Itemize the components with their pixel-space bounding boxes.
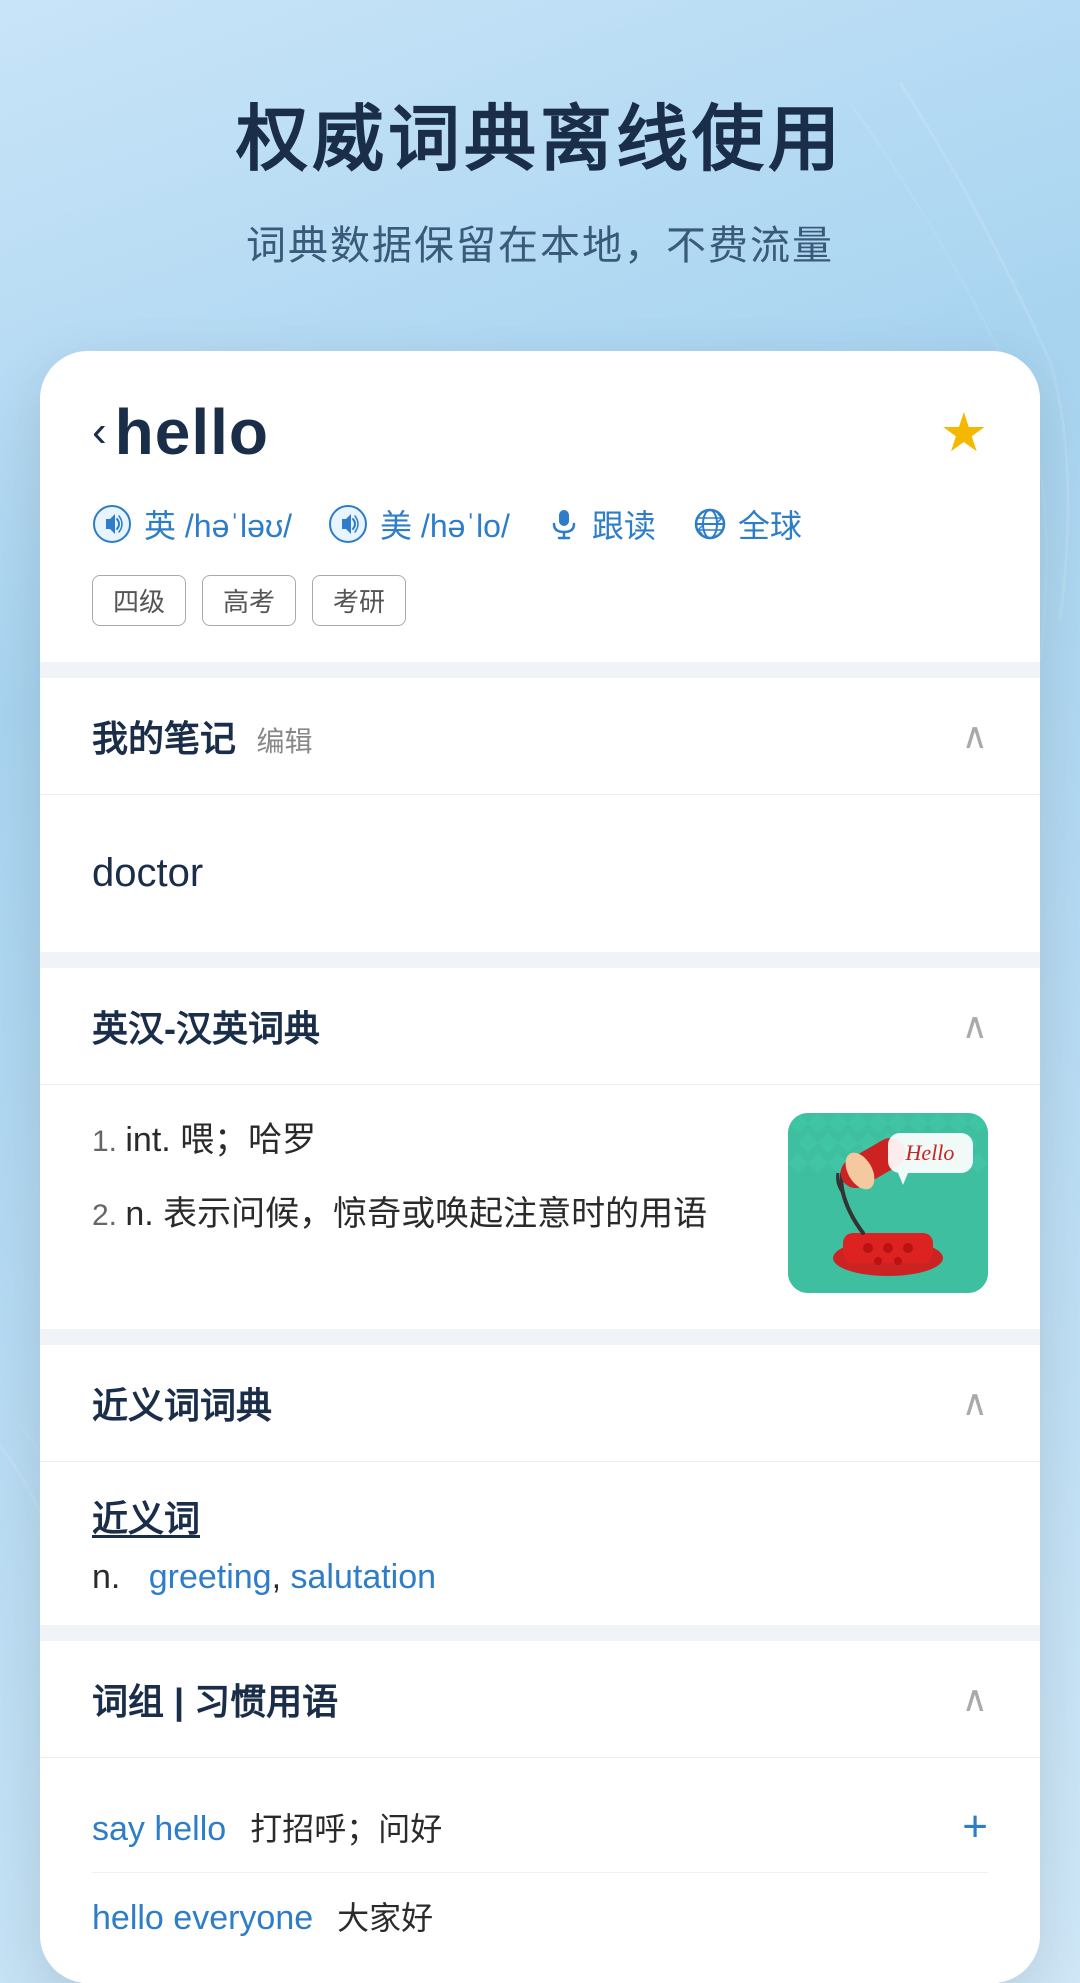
synonym-word-2[interactable]: salutation [291, 1558, 437, 1596]
notes-section: 我的笔记 编辑 ∧ doctor [40, 678, 1040, 952]
phrase-item-1-left: say hello 打招呼；问好 [92, 1804, 962, 1850]
phrase-collapse-icon[interactable]: ∧ [962, 1678, 988, 1720]
svg-text:Hello: Hello [905, 1140, 955, 1165]
phrase-item-2-left: hello everyone 大家好 [92, 1893, 988, 1939]
synonym-section-header[interactable]: 近义词词典 ∧ [40, 1345, 1040, 1462]
synonym-heading: 近义词 [92, 1490, 988, 1542]
tag-gaokao: 高考 [202, 575, 296, 626]
def-text-1: int. 喂；哈罗 [125, 1121, 316, 1159]
synonym-section: 近义词词典 ∧ 近义词 n. greeting, salutation [40, 1345, 1040, 1625]
dict-definitions: 1. int. 喂；哈罗 2. n. 表示问候，惊奇或唤起注意时的用语 [92, 1113, 764, 1262]
synonym-pos: n. [92, 1558, 120, 1596]
notes-collapse-icon[interactable]: ∧ [962, 715, 988, 757]
synonym-content: 近义词 n. greeting, salutation [40, 1462, 1040, 1625]
synonym-row: n. greeting, salutation [92, 1558, 988, 1597]
exam-tags: 四级 高考 考研 [92, 575, 988, 626]
hello-illustration: Hello [788, 1113, 988, 1293]
note-entry: doctor [92, 827, 988, 920]
global-label: 全球 [738, 501, 802, 547]
main-title: 权威词典离线使用 [60, 80, 1020, 185]
dict-title: 英汉-汉英词典 [92, 1000, 320, 1052]
sub-title: 词典数据保留在本地，不费流量 [60, 213, 1020, 271]
uk-flag-label: 英 /həˈləʊ/ [144, 501, 292, 547]
follow-read-label: 跟读 [592, 501, 656, 547]
follow-read-button[interactable]: 跟读 [546, 501, 656, 547]
pronunciation-row: 英 /həˈləʊ/ 美 /həˈlo/ [92, 501, 988, 547]
american-pronunciation[interactable]: 美 /həˈlo/ [328, 501, 510, 547]
dict-item-1: 1. int. 喂；哈罗 [92, 1113, 764, 1167]
phrase-meaning-2: 大家好 [337, 1893, 433, 1939]
def-num-1: 1. [92, 1125, 125, 1158]
tag-cet4: 四级 [92, 575, 186, 626]
global-icon [692, 506, 728, 542]
phrase-section-header[interactable]: 词组 | 习惯用语 ∧ [40, 1641, 1040, 1758]
microphone-icon [546, 506, 582, 542]
def-num-2: 2. [92, 1199, 125, 1232]
word-back[interactable]: ‹ hello [92, 395, 269, 469]
dict-item-2: 2. n. 表示问候，惊奇或唤起注意时的用语 [92, 1187, 764, 1241]
bookmark-star-icon[interactable]: ★ [940, 401, 988, 464]
british-pronunciation[interactable]: 英 /həˈləʊ/ [92, 501, 292, 547]
top-section: 权威词典离线使用 词典数据保留在本地，不费流量 [0, 0, 1080, 331]
synonym-collapse-icon[interactable]: ∧ [962, 1382, 988, 1424]
synonym-spacer [130, 1558, 139, 1596]
add-phrase-1-icon[interactable]: + [962, 1802, 988, 1852]
phrase-word-1[interactable]: say hello [92, 1810, 226, 1849]
phrase-content: say hello 打招呼；问好 + hello everyone 大家好 [40, 1758, 1040, 1983]
synonym-word-1[interactable]: greeting [149, 1558, 272, 1596]
speaker-us-icon [328, 504, 368, 544]
notes-content: doctor [40, 795, 1040, 952]
dict-section-header[interactable]: 英汉-汉英词典 ∧ [40, 968, 1040, 1085]
back-chevron-icon[interactable]: ‹ [92, 410, 107, 454]
headword: hello [115, 395, 269, 469]
phrase-word-2[interactable]: hello everyone [92, 1899, 313, 1938]
dictionary-section: 英汉-汉英词典 ∧ 1. int. 喂；哈罗 2. n. 表示问候，惊奇或唤起注… [40, 968, 1040, 1329]
phrase-title: 词组 | 习惯用语 [92, 1673, 338, 1725]
dictionary-card: ‹ hello ★ 英 /həˈləʊ/ [40, 351, 1040, 1983]
def-text-2: n. 表示问候，惊奇或唤起注意时的用语 [125, 1195, 707, 1233]
notes-title: 我的笔记 [92, 718, 236, 759]
phrase-section: 词组 | 习惯用语 ∧ say hello 打招呼；问好 + hello eve… [40, 1641, 1040, 1983]
global-button[interactable]: 全球 [692, 501, 802, 547]
tag-kaoyan: 考研 [312, 575, 406, 626]
speaker-uk-icon [92, 504, 132, 544]
phrase-item-2: hello everyone 大家好 [92, 1873, 988, 1959]
dict-collapse-icon[interactable]: ∧ [962, 1005, 988, 1047]
notes-section-title-row: 我的笔记 编辑 [92, 710, 312, 762]
phrase-item-1: say hello 打招呼；问好 + [92, 1782, 988, 1873]
synonym-title: 近义词词典 [92, 1377, 272, 1429]
hello-image-svg: Hello [788, 1113, 988, 1293]
dict-content: 1. int. 喂；哈罗 2. n. 表示问候，惊奇或唤起注意时的用语 [40, 1085, 1040, 1329]
us-flag-label: 美 /həˈlo/ [380, 501, 510, 547]
notes-section-header[interactable]: 我的笔记 编辑 ∧ [40, 678, 1040, 795]
notes-edit-button[interactable]: 编辑 [256, 726, 312, 757]
word-row: ‹ hello ★ [92, 395, 988, 469]
phrase-meaning-1: 打招呼；问好 [250, 1804, 442, 1850]
word-header: ‹ hello ★ 英 /həˈləʊ/ [40, 351, 1040, 662]
